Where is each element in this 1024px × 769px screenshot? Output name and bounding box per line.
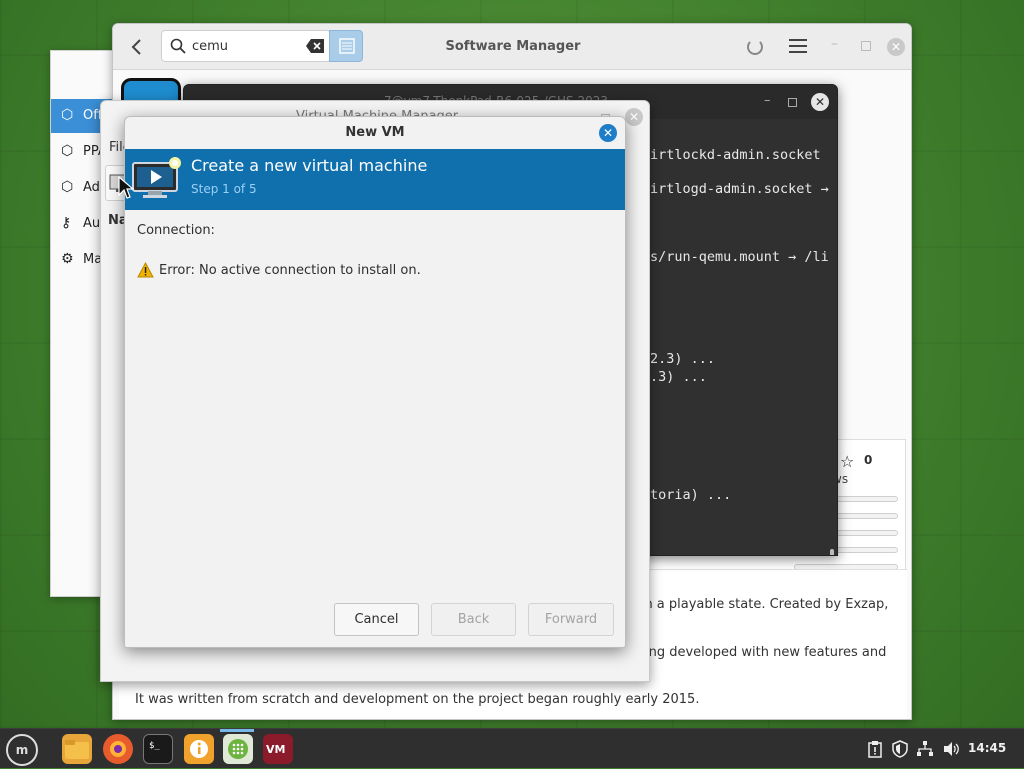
mouse-cursor-icon [118,176,134,199]
clear-search-icon[interactable] [306,39,324,53]
wizard-title: Create a new virtual machine [191,156,428,175]
chevron-left-icon [131,39,141,55]
connection-label: Connection: [137,223,215,238]
search-icon [170,38,186,54]
volume-icon[interactable] [942,740,960,758]
box-icon: ⬡ [61,179,74,195]
gear-icon: ⚙ [61,251,74,267]
dialog-title: New VM [345,125,405,140]
cancel-button[interactable]: Cancel [334,603,419,636]
files-icon[interactable] [62,734,92,764]
rating-count: 0 [864,453,873,467]
star-icon: ☆ [840,452,855,471]
back-button[interactable] [127,36,147,58]
terminal-line: 2.3) ... [650,351,716,367]
taskbar: m $_ VM 14:45 [0,728,1024,768]
hamburger-menu-button[interactable] [789,39,807,55]
error-message: Error: No active connection to install o… [159,263,421,278]
firefox-icon[interactable] [103,734,133,764]
key-icon: ⚷ [61,215,72,231]
forward-button[interactable]: Forward [528,603,614,636]
back-button[interactable]: Back [431,603,516,636]
search-input[interactable]: cemu [161,30,331,62]
description-line: eing developed with new features and [637,645,887,660]
sidebar-item-label: Ad [83,180,100,195]
clipboard-icon[interactable] [866,740,884,758]
search-value: cemu [192,39,229,54]
maximize-button[interactable] [861,41,871,51]
start-menu-button[interactable]: m [6,734,38,766]
terminal-line: irtlockd-admin.socket [650,147,821,163]
svg-text:$_: $_ [149,741,160,751]
description-line: It was written from scratch and developm… [135,692,700,707]
box-icon: ⬡ [61,143,74,159]
warning-icon [137,262,154,278]
terminal-line: s/run-qemu.mount → /li [650,249,829,265]
new-vm-icon [132,157,181,198]
sidebar-item-label: Au [83,216,101,231]
close-button[interactable]: ✕ [599,124,617,142]
minimize-button[interactable]: – [764,93,771,108]
svg-text:VM: VM [266,743,285,756]
terminal-icon[interactable]: $_ [143,734,173,764]
active-app-indicator [220,729,254,732]
terminal-scrollbar[interactable] [830,549,834,555]
info-icon[interactable] [184,734,214,764]
shield-icon[interactable] [891,740,909,758]
loading-spinner-icon [747,39,763,55]
virt-manager-icon[interactable]: VM [263,734,293,764]
maximize-button[interactable] [788,98,797,107]
new-vm-dialog: New VM ✕ Create a new virtual machine St… [124,116,626,648]
box-icon: ⬡ [61,107,74,123]
terminal-line: .3) ... [650,369,707,385]
close-button[interactable]: ✕ [887,38,905,56]
close-button[interactable]: ✕ [625,108,643,126]
list-view-button[interactable] [329,30,363,62]
minimize-button[interactable]: – [831,36,838,52]
list-icon [339,38,355,54]
wizard-step: Step 1 of 5 [191,182,257,196]
window-title: Software Manager [445,39,581,54]
terminal-line: irtlogd-admin.socket → [650,181,829,197]
close-button[interactable]: ✕ [811,93,829,111]
software-manager-header: cemu Software Manager – ✕ [113,24,911,70]
terminal-line: toria) ... [650,487,732,503]
dialog-titlebar: New VM ✕ [125,117,625,149]
description-line: y in a playable state. Created by Exzap, [629,597,889,612]
clock[interactable]: 14:45 [968,741,1006,755]
wizard-banner: Create a new virtual machine Step 1 of 5 [125,149,625,210]
software-manager-icon[interactable] [223,734,253,764]
network-icon[interactable] [916,740,934,758]
